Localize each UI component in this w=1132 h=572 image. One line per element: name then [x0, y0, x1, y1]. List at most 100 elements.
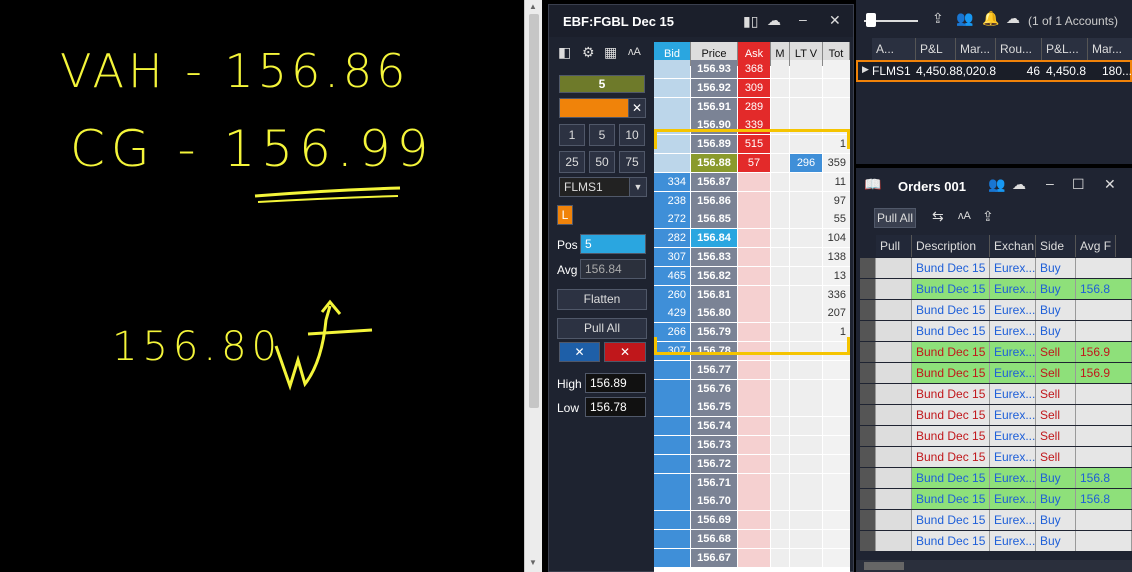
order-row[interactable]: Bund Dec 15 Eurex... Buy 156.8 [856, 468, 1132, 489]
bid-cell[interactable] [654, 379, 690, 398]
tot-cell[interactable] [823, 548, 850, 567]
lt-cell[interactable] [790, 473, 822, 492]
qty-button-75[interactable]: 75 [619, 151, 645, 173]
lt-cell[interactable] [790, 379, 822, 398]
ask-cell[interactable] [738, 398, 770, 417]
ladder-row[interactable]: 260 156.81 336 [654, 285, 850, 305]
account-row[interactable]: ▶ FLMS1 4,450.8 8,020.8 46 4,450.8 180... [856, 60, 1132, 82]
order-row[interactable]: Bund Dec 15 Eurex... Sell 156.9 [856, 342, 1132, 363]
accounts-col-header[interactable]: Mar... [1088, 38, 1132, 60]
pull-cell[interactable] [876, 384, 912, 404]
ask-cell[interactable] [738, 229, 770, 248]
ladder-row[interactable]: 156.93 368 [654, 60, 850, 79]
tot-cell[interactable] [823, 417, 850, 436]
lt-cell[interactable] [790, 548, 822, 567]
orders-col-header[interactable]: Exchan [990, 235, 1036, 257]
ladder-row[interactable]: 156.73 [654, 436, 850, 455]
ladder-row[interactable]: 156.91 289 [654, 97, 850, 117]
bid-cell[interactable]: 272 [654, 210, 690, 229]
bid-cell[interactable] [654, 530, 690, 548]
order-row[interactable]: Bund Dec 15 Eurex... Buy [856, 510, 1132, 531]
ladder-row[interactable]: 272 156.85 55 [654, 210, 850, 229]
lt-cell[interactable] [790, 530, 822, 548]
clear-icon[interactable]: ✕ [628, 98, 646, 118]
tot-cell[interactable] [823, 454, 850, 473]
panel-toggle-icon[interactable]: ◧ [558, 44, 571, 61]
tot-cell[interactable] [823, 492, 850, 511]
accounts-col-header[interactable]: A... [872, 38, 916, 60]
hscroll-thumb[interactable] [864, 562, 904, 570]
bid-cell[interactable] [654, 548, 690, 567]
ladder-row[interactable]: 156.71 [654, 473, 850, 493]
ladder-row[interactable]: 156.88 57 296 359 [654, 154, 850, 173]
board-scrollbar[interactable]: ▲ ▼ [524, 0, 542, 572]
bid-cell[interactable]: 465 [654, 266, 690, 285]
maximize-icon[interactable]: ☐ [1072, 176, 1085, 193]
accounts-col-header[interactable]: Mar... [956, 38, 996, 60]
pull-cell[interactable] [876, 531, 912, 551]
bid-cell[interactable] [654, 436, 690, 454]
scroll-down-icon[interactable]: ▼ [529, 558, 537, 567]
order-row[interactable]: Bund Dec 15 Eurex... Sell [856, 405, 1132, 426]
close-icon[interactable]: ✕ [829, 12, 841, 29]
layout-icon[interactable]: ▮▯ [743, 13, 758, 30]
tot-cell[interactable] [823, 60, 850, 78]
ladder-row[interactable]: 156.92 309 [654, 78, 850, 98]
ask-cell[interactable] [738, 191, 770, 210]
ask-cell[interactable] [738, 304, 770, 323]
lt-cell[interactable] [790, 285, 822, 304]
order-row[interactable]: Bund Dec 15 Eurex... Sell [856, 426, 1132, 447]
lt-cell[interactable] [790, 210, 822, 229]
lt-cell[interactable] [790, 191, 822, 210]
ask-cell[interactable] [738, 511, 770, 530]
lt-cell[interactable] [790, 360, 822, 379]
ask-cell[interactable] [738, 360, 770, 379]
ask-cell[interactable] [738, 172, 770, 191]
ladder-row[interactable]: 156.74 [654, 417, 850, 436]
order-row[interactable]: Bund Dec 15 Eurex... Buy 156.8 [856, 279, 1132, 300]
tot-cell[interactable] [823, 436, 850, 454]
ask-cell[interactable] [738, 454, 770, 473]
pull-cell[interactable] [876, 510, 912, 530]
users-icon[interactable]: 👥 [956, 10, 973, 27]
lt-cell[interactable] [790, 417, 822, 436]
lt-cell[interactable] [790, 511, 822, 530]
lt-cell[interactable] [790, 229, 822, 248]
ask-cell[interactable] [738, 492, 770, 511]
lt-cell[interactable]: 296 [790, 154, 822, 172]
bid-cell[interactable] [654, 398, 690, 417]
bid-cell[interactable] [654, 492, 690, 511]
slider-handle[interactable] [866, 13, 876, 27]
font-size-icon[interactable]: ᴧA [958, 210, 971, 222]
ask-cell[interactable] [738, 436, 770, 454]
ask-cell[interactable]: 309 [738, 78, 770, 97]
orders-col-header[interactable]: Avg F [1076, 235, 1116, 257]
bid-cell[interactable] [654, 454, 690, 473]
tot-cell[interactable] [823, 78, 850, 97]
orders-hscroll[interactable] [856, 560, 1132, 572]
tot-cell[interactable] [823, 379, 850, 398]
calendar-icon[interactable]: ▦ [604, 44, 617, 61]
pull-cell[interactable] [876, 258, 912, 278]
ladder-row[interactable]: 238 156.86 97 [654, 191, 850, 211]
bid-cell[interactable] [654, 417, 690, 436]
tot-cell[interactable]: 11 [823, 172, 850, 191]
bid-cell[interactable] [654, 154, 690, 172]
bid-cell[interactable]: 238 [654, 191, 690, 210]
tot-cell[interactable] [823, 530, 850, 548]
orders-col-header[interactable]: Side [1036, 235, 1076, 257]
ladder-row[interactable]: 156.75 [654, 398, 850, 417]
upload-icon[interactable]: ⇪ [982, 208, 994, 225]
order-row[interactable]: Bund Dec 15 Eurex... Buy [856, 300, 1132, 321]
book-icon[interactable]: 📖 [864, 176, 881, 193]
bid-cell[interactable] [654, 473, 690, 492]
qty-button-25[interactable]: 25 [559, 151, 585, 173]
cloud-icon[interactable]: ☁ [1012, 176, 1026, 193]
ask-cell[interactable] [738, 548, 770, 567]
qty-button-10[interactable]: 10 [619, 124, 645, 146]
ask-cell[interactable] [738, 266, 770, 285]
order-row[interactable]: Bund Dec 15 Eurex... Buy [856, 258, 1132, 279]
cloud-icon[interactable]: ☁ [1006, 10, 1020, 27]
pull-cell[interactable] [876, 489, 912, 509]
lt-cell[interactable] [790, 492, 822, 511]
